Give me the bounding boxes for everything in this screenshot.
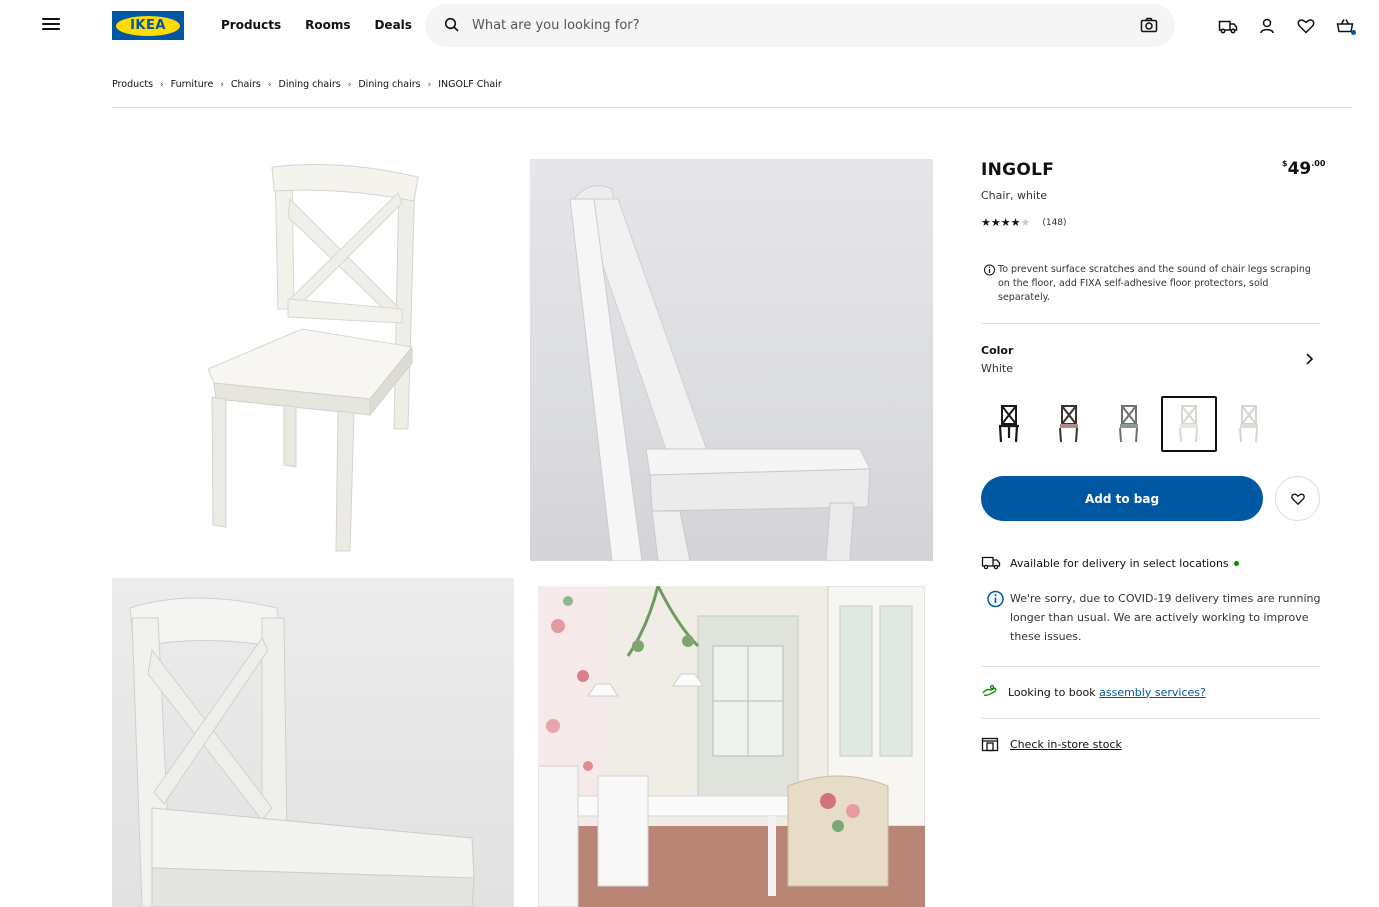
- main-nav: Products Rooms Deals: [221, 18, 412, 32]
- info-circle-icon: [987, 590, 1004, 608]
- swatch-white[interactable]: [1161, 396, 1217, 452]
- logo-text: IKEA: [130, 18, 166, 33]
- store-icon: [981, 737, 999, 752]
- availability-dot: [1233, 560, 1239, 566]
- breadcrumb-dining-chairs[interactable]: Dining chairs: [279, 79, 341, 90]
- nav-products[interactable]: Products: [221, 18, 281, 32]
- price-integer: 49: [1287, 159, 1312, 179]
- heart-icon: [1290, 493, 1305, 505]
- delivery-truck-icon: [981, 556, 1001, 570]
- shopping-bag-icon[interactable]: [1335, 16, 1356, 36]
- account-icon[interactable]: [1257, 16, 1277, 36]
- floor-protector-note: To prevent surface scratches and the sou…: [981, 263, 1321, 305]
- swatch-gray[interactable]: [1101, 396, 1157, 452]
- heart-icon[interactable]: [1296, 16, 1316, 36]
- delivery-availability: Available for delivery in select locatio…: [981, 555, 1239, 571]
- review-count: (148): [1042, 217, 1067, 228]
- check-stock-link[interactable]: Check in-store stock: [1010, 738, 1122, 751]
- price-decimal: .00: [1311, 159, 1326, 168]
- product-image-front[interactable]: [112, 159, 514, 561]
- note-text: To prevent surface scratches and the sou…: [998, 264, 1311, 303]
- delivery-truck-icon[interactable]: [1218, 16, 1238, 36]
- breadcrumb-chairs[interactable]: Chairs: [231, 79, 261, 90]
- covid-notice: We're sorry, due to COVID-19 delivery ti…: [981, 589, 1321, 646]
- breadcrumb: Products › Furniture › Chairs › Dining chai…: [112, 79, 502, 90]
- search-bar: [425, 4, 1175, 47]
- swatch-brown-black[interactable]: [1041, 396, 1097, 452]
- assembly-services: Looking to book assembly services?: [981, 684, 1206, 700]
- breadcrumb-products[interactable]: Products: [112, 79, 153, 90]
- nav-rooms[interactable]: Rooms: [305, 18, 350, 32]
- nav-deals[interactable]: Deals: [374, 18, 411, 32]
- product-image-room-scene[interactable]: [538, 586, 925, 907]
- assembly-services-link[interactable]: assembly services?: [1099, 686, 1206, 699]
- info-icon: [984, 264, 995, 276]
- color-label: Color: [981, 344, 1014, 357]
- swatch-black[interactable]: [981, 396, 1037, 452]
- menu-icon[interactable]: [42, 18, 60, 34]
- divider: [981, 666, 1320, 667]
- search-input[interactable]: [472, 12, 1122, 39]
- assembly-text: Looking to book: [1008, 685, 1096, 699]
- divider: [981, 323, 1320, 324]
- chevron-right-icon[interactable]: [1302, 352, 1316, 366]
- covid-text: We're sorry, due to COVID-19 delivery ti…: [1010, 592, 1321, 643]
- product-rating[interactable]: ★★★★★ (148): [981, 216, 1067, 229]
- delivery-text: Available for delivery in select locatio…: [1010, 556, 1229, 570]
- rating-stars: ★★★★★: [981, 216, 1031, 229]
- ikea-logo[interactable]: IKEA: [112, 11, 184, 40]
- search-icon[interactable]: [444, 17, 460, 33]
- divider: [112, 107, 1352, 108]
- breadcrumb-dining-chairs-2[interactable]: Dining chairs: [358, 79, 420, 90]
- swatch-light-white[interactable]: [1221, 396, 1277, 452]
- product-image-side-closeup[interactable]: [530, 159, 933, 561]
- breadcrumb-furniture[interactable]: Furniture: [171, 79, 214, 90]
- divider: [981, 718, 1320, 719]
- store-stock: Check in-store stock: [981, 736, 1122, 752]
- product-image-back-closeup[interactable]: [112, 578, 514, 907]
- product-title: INGOLF: [981, 160, 1055, 180]
- site-header: IKEA Products Rooms Deals: [0, 0, 1379, 52]
- cart-indicator-dot: [1351, 30, 1356, 35]
- breadcrumb-current: INGOLF Chair: [438, 79, 502, 90]
- favorite-button[interactable]: [1275, 476, 1320, 521]
- add-to-bag-button[interactable]: Add to bag: [981, 476, 1263, 521]
- camera-icon[interactable]: [1140, 17, 1158, 33]
- assembly-hand-icon: [982, 684, 997, 696]
- color-swatches: [981, 396, 1277, 452]
- product-price: $49.00: [1282, 159, 1325, 179]
- color-value: White: [981, 362, 1013, 375]
- header-icons: [1218, 16, 1356, 36]
- product-description: Chair, white: [981, 189, 1048, 202]
